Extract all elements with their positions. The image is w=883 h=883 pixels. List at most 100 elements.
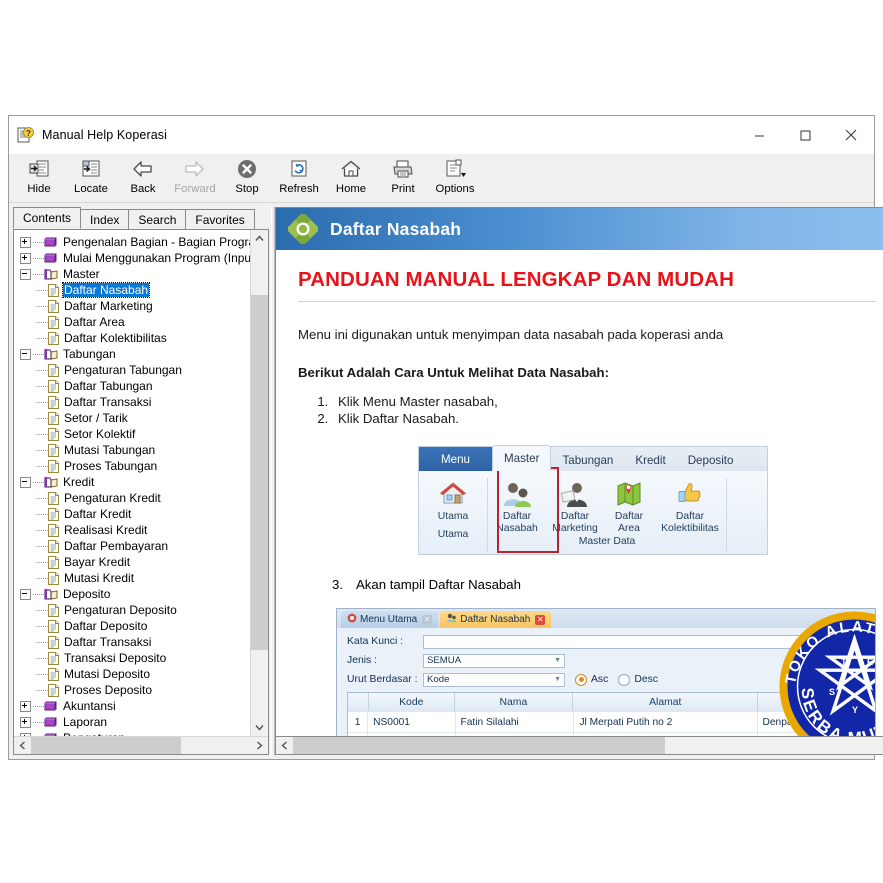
ribbon-tab-menu[interactable]: Menu — [419, 447, 493, 471]
form-tab-daftar-nasabah-close[interactable]: ✕ — [535, 614, 546, 625]
tree-node-daftar-marketing[interactable]: Daftar Marketing — [20, 298, 250, 314]
tree-node-setor-tarik[interactable]: Setor / Tarik — [20, 410, 250, 426]
ribbon-group-master-data-label: Master Data — [578, 536, 636, 547]
tree-node-kredit[interactable]: Kredit — [20, 474, 250, 490]
tree-horizontal-scrollbar[interactable] — [14, 736, 268, 754]
tree-scroll-track[interactable] — [251, 247, 268, 719]
tree-scroll-down-button[interactable] — [251, 719, 268, 736]
tab-contents[interactable]: Contents — [13, 207, 82, 229]
tree-node-pengenalan-bagian-bagian-program[interactable]: Pengenalan Bagian - Bagian Program — [20, 234, 250, 250]
tree-node-daftar-area[interactable]: Daftar Area — [20, 314, 250, 330]
tab-index[interactable]: Index — [80, 209, 130, 229]
toolbar-print-button[interactable]: Print — [377, 154, 429, 200]
open-book-icon — [44, 588, 58, 600]
tree-node-setor-kolektif[interactable]: Setor Kolektif — [20, 426, 250, 442]
radio-asc[interactable] — [575, 673, 587, 686]
tree-node-realisasi-kredit[interactable]: Realisasi Kredit — [20, 522, 250, 538]
tree-node-daftar-pembayaran[interactable]: Daftar Pembayaran — [20, 538, 250, 554]
tree-node-deposito[interactable]: Deposito — [20, 586, 250, 602]
tree-hscroll-thumb[interactable] — [31, 737, 181, 754]
tree-node-laporan[interactable]: Laporan — [20, 714, 250, 730]
tree-node-mutasi-kredit[interactable]: Mutasi Kredit — [20, 570, 250, 586]
tree-node-pengaturan-tabungan[interactable]: Pengaturan Tabungan — [20, 362, 250, 378]
ribbon-tab-master[interactable]: Master — [492, 445, 552, 471]
tree-node-pengaturan-deposito[interactable]: Pengaturan Deposito — [20, 602, 250, 618]
tree-expander[interactable] — [20, 716, 31, 728]
tree-scroll-thumb[interactable] — [251, 295, 268, 650]
tree-node-daftar-tabungan[interactable]: Daftar Tabungan — [20, 378, 250, 394]
tree-scroll-left-button[interactable] — [14, 737, 31, 754]
ribbon-button-daftar-area[interactable]: Daftar Area — [604, 476, 654, 534]
topic-horizontal-scrollbar[interactable] — [275, 737, 883, 755]
topic-hscroll-track[interactable] — [293, 737, 883, 754]
tree-expander[interactable] — [20, 252, 31, 264]
ribbon-tab-tabungan[interactable]: Tabungan — [551, 449, 624, 471]
form-tab-daftar-nasabah[interactable]: Daftar Nasabah ✕ — [440, 611, 552, 628]
grid-header-nama[interactable]: Nama — [455, 693, 574, 711]
close-button[interactable] — [828, 120, 874, 150]
ribbon-tab-deposito[interactable]: Deposito — [677, 449, 745, 471]
tree-node-proses-deposito[interactable]: Proses Deposito — [20, 682, 250, 698]
tab-favorites[interactable]: Favorites — [185, 209, 255, 229]
tree-node-daftar-transaksi[interactable]: Daftar Transaksi — [20, 394, 250, 410]
tree-expander[interactable] — [20, 700, 31, 712]
toolbar-back-button[interactable]: Back — [117, 154, 169, 200]
topic-scroll-left-button[interactable] — [276, 737, 293, 754]
tree-scroll-up-button[interactable] — [251, 230, 268, 247]
tree-node-daftar-kredit[interactable]: Daftar Kredit — [20, 506, 250, 522]
tree-node-mulai-menggunakan-program-input-mas[interactable]: Mulai Menggunakan Program (Input Mas — [20, 250, 250, 266]
chevron-down-icon-2: ▼ — [554, 676, 561, 683]
tree-node-daftar-deposito[interactable]: Daftar Deposito — [20, 618, 250, 634]
ribbon-tabstrip: Menu Master Tabungan Kredit Deposito — [419, 445, 767, 471]
tree-node-daftar-kolektibilitas[interactable]: Daftar Kolektibilitas — [20, 330, 250, 346]
toolbar-stop-button[interactable]: Stop — [221, 154, 273, 200]
tree-expander[interactable] — [20, 348, 31, 360]
tree-node-mutasi-tabungan[interactable]: Mutasi Tabungan — [20, 442, 250, 458]
ribbon-button-utama[interactable]: Utama — [425, 476, 481, 523]
tree-node-label: Mutasi Deposito — [64, 667, 151, 681]
toolbar-forward-button[interactable]: Forward — [169, 154, 221, 200]
tree-scroll-right-button[interactable] — [251, 737, 268, 754]
tree-node-tabungan[interactable]: Tabungan — [20, 346, 250, 362]
tab-search[interactable]: Search — [128, 209, 187, 229]
tree-node-pengaturan-kredit[interactable]: Pengaturan Kredit — [20, 490, 250, 506]
tree-node-daftar-nasabah[interactable]: Daftar Nasabah — [20, 282, 250, 298]
tree-node-akuntansi[interactable]: Akuntansi — [20, 698, 250, 714]
toolbar-hide-button[interactable]: Hide — [13, 154, 65, 200]
form-tab-menu-utama-close[interactable]: ✕ — [422, 614, 433, 625]
ribbon-button-daftar-kolektibilitas[interactable]: Daftar Kolektibilitas — [654, 476, 726, 534]
topic-hscroll-thumb[interactable] — [293, 737, 665, 754]
toolbar-refresh-button[interactable]: Refresh — [273, 154, 325, 200]
radio-desc[interactable] — [618, 673, 631, 686]
tree-vertical-scrollbar[interactable] — [250, 230, 268, 736]
form-tab-menu-utama[interactable]: Menu Utama ✕ — [341, 611, 439, 628]
toolbar-options-button[interactable]: Options — [429, 154, 481, 200]
jenis-combobox[interactable]: SEMUA ▼ — [423, 653, 565, 668]
tree-connector — [37, 337, 48, 339]
tree-node-mutasi-deposito[interactable]: Mutasi Deposito — [20, 666, 250, 682]
tree-expander[interactable] — [20, 588, 31, 600]
tree-expander[interactable] — [20, 476, 31, 488]
grid-header-alamat[interactable]: Alamat — [573, 693, 759, 711]
urut-berdasar-combobox[interactable]: Kode ▼ — [423, 672, 565, 687]
tree-node-daftar-transaksi[interactable]: Daftar Transaksi — [20, 634, 250, 650]
tree-hscroll-track[interactable] — [31, 737, 251, 754]
contents-tree[interactable]: Pengenalan Bagian - Bagian Program Mulai … — [14, 230, 250, 736]
topic-page-icon — [48, 571, 59, 585]
grid-header-kode[interactable]: Kode — [369, 693, 455, 711]
toolbar-home-button[interactable]: Home — [325, 154, 377, 200]
tree-node-transaksi-deposito[interactable]: Transaksi Deposito — [20, 650, 250, 666]
tree-expander[interactable] — [20, 268, 31, 280]
book-icon — [44, 236, 58, 248]
toolbar-locate-button[interactable]: Locate — [65, 154, 117, 200]
tree-connector — [33, 593, 44, 595]
tree-node-label: Master — [63, 267, 100, 281]
green-diamond-logo-icon — [286, 212, 320, 246]
minimize-button[interactable] — [736, 120, 782, 150]
tree-node-bayar-kredit[interactable]: Bayar Kredit — [20, 554, 250, 570]
tree-expander[interactable] — [20, 236, 31, 248]
ribbon-tab-kredit[interactable]: Kredit — [624, 449, 676, 471]
tree-node-proses-tabungan[interactable]: Proses Tabungan — [20, 458, 250, 474]
maximize-button[interactable] — [782, 120, 828, 150]
tree-node-master[interactable]: Master — [20, 266, 250, 282]
